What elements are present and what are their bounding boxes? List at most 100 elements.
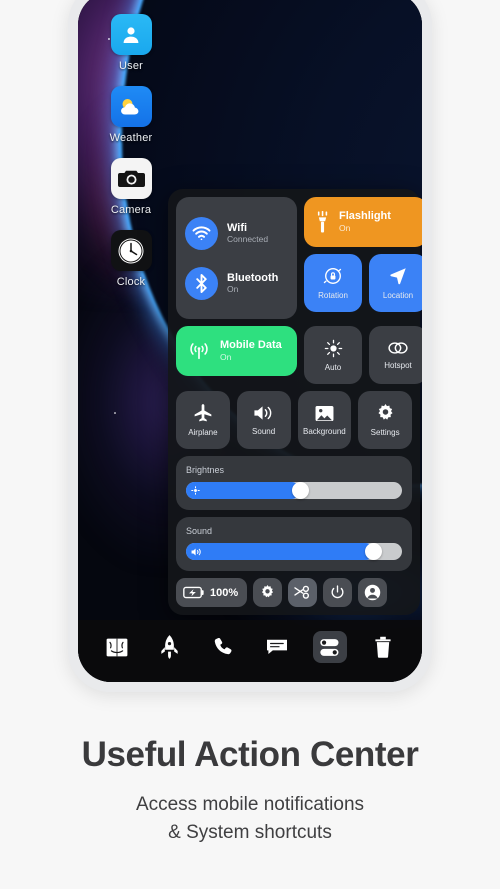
sound-label: Sound (252, 427, 276, 436)
auto-brightness-tile[interactable]: Auto (304, 326, 362, 384)
flashlight-status: On (339, 222, 351, 233)
bluetooth-icon (185, 266, 218, 300)
battery-status[interactable]: 100% (176, 578, 248, 607)
toggles-icon (319, 637, 340, 658)
rotation-lock-icon (323, 266, 343, 286)
mobile-data-status: On (220, 351, 232, 362)
rocket-icon (160, 635, 179, 659)
battery-charging-icon (183, 586, 205, 599)
user-icon (110, 14, 152, 55)
screenshot-icon (294, 585, 311, 600)
caption-subtitle-line2: & System shortcuts (168, 821, 332, 843)
caption-subtitle-line1: Access mobile notifications (135, 794, 365, 815)
volume-icon (191, 547, 203, 557)
phone-device: User Weather Camera Clock Wifi Connected… (68, 0, 432, 692)
bluetooth-title: Bluetooth (227, 271, 279, 284)
control-center-panel: Wifi Connected Bluetooth On Flashlight O… (168, 189, 422, 615)
rotation-label: Rotation (318, 291, 348, 300)
app-label: Camera (110, 204, 152, 216)
speaker-icon (253, 404, 274, 422)
mobile-data-title: Mobile Data (220, 339, 282, 352)
hotspot-icon (387, 340, 409, 356)
control-center-action-row: 100% (176, 578, 412, 607)
phone-screen: User Weather Camera Clock Wifi Connected… (78, 0, 422, 682)
page-title: Useful Action Center (81, 735, 419, 774)
screenshot-button[interactable] (288, 578, 318, 607)
trash-icon (374, 636, 392, 658)
app-label: Clock (116, 276, 146, 288)
dock-control-center[interactable] (312, 631, 347, 663)
brightness-label: Brightnes (186, 465, 225, 475)
app-label: Weather (109, 132, 153, 144)
location-arrow-icon (388, 266, 408, 286)
airplane-icon (193, 403, 213, 423)
rotation-tile[interactable]: Rotation (304, 254, 362, 312)
dock-trash[interactable] (366, 631, 400, 663)
settings-tile[interactable]: Settings (358, 391, 412, 449)
app-label: User (118, 60, 144, 72)
camera-icon (110, 158, 152, 199)
app-icon-camera[interactable]: Camera (100, 158, 162, 216)
brightness-slider-card: Brightnes (176, 456, 412, 510)
brightness-icon (191, 486, 200, 495)
flashlight-title: Flashlight (339, 210, 391, 223)
control-center-grid-row: Airplane Sound Background Settings (176, 391, 412, 449)
background-label: Background (303, 426, 346, 436)
background-tile[interactable]: Background (297, 391, 352, 449)
dock-messages[interactable] (260, 631, 294, 663)
home-app-grid: User Weather Camera Clock (100, 14, 162, 302)
dock-finder[interactable] (100, 631, 134, 663)
wifi-title: Wifi (227, 221, 248, 234)
image-icon (315, 405, 334, 422)
airplane-label: Airplane (188, 428, 218, 437)
control-center-second-row: Mobile Data On Auto Hotspot (176, 326, 422, 384)
connectivity-card: Wifi Connected Bluetooth On (176, 197, 297, 319)
power-icon (330, 585, 345, 600)
bluetooth-toggle[interactable]: Bluetooth On (185, 266, 288, 300)
mobile-data-tile[interactable]: Mobile Data On (176, 326, 297, 376)
weather-icon (110, 86, 152, 127)
cell-signal-icon (188, 341, 210, 361)
settings-button[interactable] (253, 578, 283, 607)
message-icon (266, 638, 288, 656)
wifi-status: Connected (227, 233, 269, 244)
airplane-tile[interactable]: Airplane (176, 391, 230, 449)
control-center-top-row: Wifi Connected Bluetooth On Flashlight O… (176, 197, 422, 319)
dock (78, 620, 422, 682)
phone-icon (213, 637, 233, 657)
sound-slider-label: Sound (186, 526, 213, 536)
caption-block: Useful Action Center Access mobile notif… (0, 735, 500, 846)
flashlight-icon (316, 211, 329, 233)
dock-launcher[interactable] (153, 631, 187, 663)
flashlight-tile[interactable]: Flashlight On (304, 197, 422, 247)
toggle-tile-row-1: Rotation Location (304, 254, 422, 312)
hotspot-label: Hotspot (384, 361, 412, 370)
battery-percent: 100% (210, 586, 239, 599)
sound-slider[interactable] (186, 543, 402, 560)
account-button[interactable] (358, 578, 388, 607)
brightness-slider[interactable] (186, 482, 402, 499)
settings-label: Settings (370, 427, 400, 437)
clock-icon (110, 230, 152, 271)
toggle-tile-row-2: Auto Hotspot (304, 326, 422, 384)
app-icon-weather[interactable]: Weather (100, 86, 162, 144)
sound-slider-card: Sound (176, 517, 412, 571)
gear-icon (376, 403, 395, 423)
dock-phone[interactable] (206, 631, 240, 663)
finder-icon (106, 638, 128, 657)
wifi-icon (185, 216, 218, 250)
promo-screenshot: User Weather Camera Clock Wifi Connected… (0, 0, 500, 889)
brightness-auto-icon (324, 339, 343, 358)
gear-icon (260, 585, 275, 600)
wifi-toggle[interactable]: Wifi Connected (185, 216, 288, 250)
sound-tile[interactable]: Sound (236, 391, 291, 449)
auto-label: Auto (324, 362, 342, 372)
location-label: Location (382, 291, 414, 300)
caption-subtitle: Access mobile notifications & System sho… (0, 791, 500, 846)
app-icon-user[interactable]: User (100, 14, 162, 72)
account-icon (364, 584, 381, 601)
hotspot-tile[interactable]: Hotspot (369, 326, 422, 384)
app-icon-clock[interactable]: Clock (100, 230, 162, 288)
location-tile[interactable]: Location (369, 254, 422, 312)
power-button[interactable] (323, 578, 353, 607)
